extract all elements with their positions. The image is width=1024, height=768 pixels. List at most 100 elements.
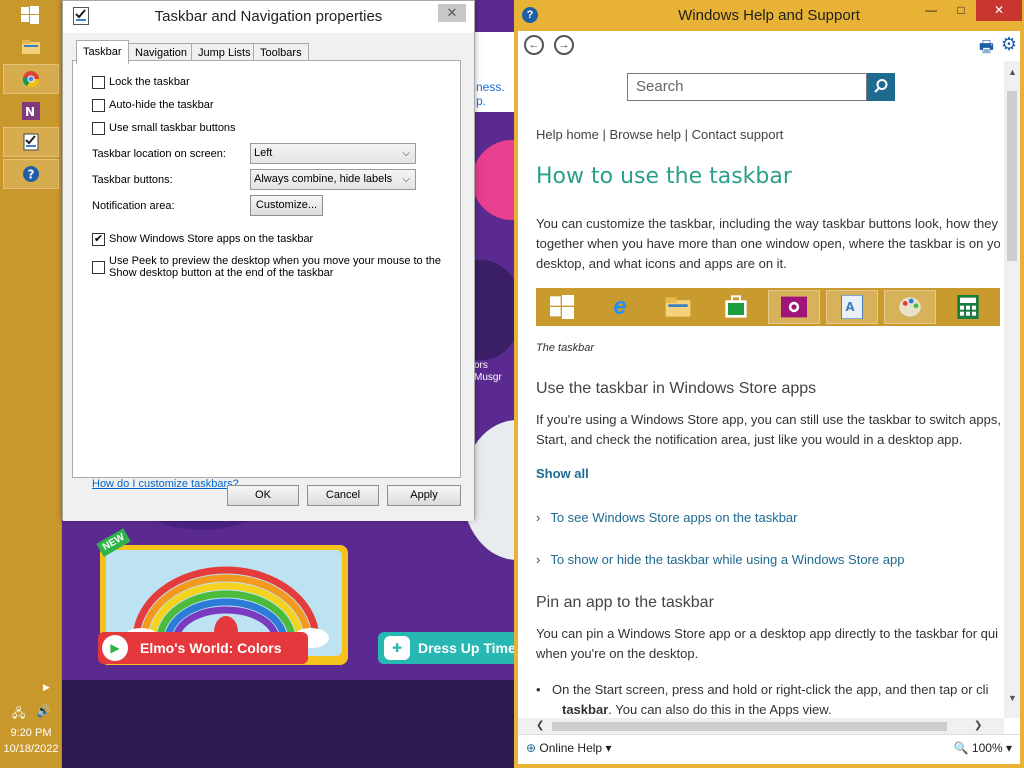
dialog-body: Taskbar Navigation Jump Lists Toolbars L… — [63, 33, 474, 521]
zoom-control[interactable]: 🔍 100% ▾ — [954, 741, 1012, 755]
help-window: ? Windows Help and Support — □ ✕ ← → 🖶 ⚙… — [514, 0, 1024, 768]
minimize-button[interactable]: — — [916, 0, 946, 21]
show-all-link[interactable]: Show all — [536, 466, 589, 481]
chevron-down-icon: ▾ — [1005, 741, 1012, 755]
folder-icon — [22, 40, 40, 54]
help-titlebar[interactable]: ? Windows Help and Support — □ ✕ — [514, 0, 1024, 31]
dialog-titlebar[interactable]: Taskbar and Navigation properties ✕ — [63, 1, 474, 33]
chrome-icon — [22, 71, 40, 88]
scroll-down-icon[interactable]: ▼ — [1008, 693, 1017, 703]
taskbar-properties-dialog: Taskbar and Navigation properties ✕ Task… — [62, 0, 475, 521]
search-button[interactable] — [867, 73, 895, 101]
small-buttons-label[interactable]: Use small taskbar buttons — [109, 122, 236, 134]
store-icon — [710, 290, 762, 324]
chevron-down-icon: ▾ — [605, 741, 612, 755]
store-apps-paragraph: If you're using a Windows Store app, you… — [536, 412, 1000, 447]
location-value: Left — [254, 147, 273, 159]
forward-icon[interactable]: → — [554, 35, 574, 55]
intro-paragraph: You can customize the taskbar, including… — [536, 216, 1000, 271]
file-explorer-button[interactable] — [3, 32, 59, 62]
search-input[interactable]: Search — [627, 73, 867, 101]
zoom-icon: 🔍 — [953, 741, 969, 755]
dialog-title: Taskbar and Navigation properties — [154, 8, 383, 25]
scroll-up-icon[interactable]: ▲ — [1008, 67, 1017, 77]
scroll-right-icon[interactable]: ❯ — [974, 720, 982, 731]
breadcrumb[interactable]: Help home | Browse help | Contact suppor… — [536, 127, 783, 142]
taskbar-illustration: e A — [536, 288, 1000, 326]
store-apps-label[interactable]: Show Windows Store apps on the taskbar — [109, 233, 313, 245]
close-button[interactable]: ✕ — [976, 0, 1022, 21]
back-icon[interactable]: ← — [524, 35, 544, 55]
checklist-icon — [23, 133, 39, 151]
customize-button[interactable]: Customize... — [250, 195, 323, 216]
page-title: How to use the taskbar — [536, 164, 792, 189]
windows-logo-icon — [536, 290, 588, 324]
clock-time[interactable]: 9:20 PM — [0, 727, 62, 739]
section-heading-store-apps: Use the taskbar in Windows Store apps — [536, 380, 817, 397]
chevron-down-icon: ⌵ — [402, 174, 410, 185]
small-buttons-checkbox[interactable] — [92, 122, 105, 135]
help-article: Search Help home | Browse help | Contact… — [518, 61, 1000, 718]
windows-logo-icon[interactable] — [21, 6, 39, 24]
scroll-left-icon[interactable]: ❮ — [536, 720, 544, 731]
internet-explorer-icon: e — [613, 293, 627, 320]
autohide-label[interactable]: Auto-hide the taskbar — [109, 99, 214, 111]
svg-text:N: N — [25, 105, 35, 119]
help-status-bar: ⊕ Online Help ▾ 🔍 100% ▾ — [518, 734, 1020, 764]
online-help-dropdown[interactable]: ⊕ Online Help ▾ — [526, 741, 611, 755]
ok-button[interactable]: OK — [227, 485, 299, 506]
peek-checkbox[interactable] — [92, 261, 105, 274]
expander-store-apps[interactable]: › To see Windows Store apps on the taskba… — [536, 510, 797, 525]
image-caption: The taskbar — [536, 342, 595, 354]
volume-icon[interactable]: 🔊 — [36, 704, 52, 720]
vertical-scroll-thumb[interactable] — [1007, 91, 1017, 261]
pin-bullet-item: • On the Start screen, press and hold or … — [536, 682, 989, 717]
paint-icon — [884, 290, 936, 324]
peek-label[interactable]: Use Peek to preview the desktop when you… — [109, 255, 454, 279]
taskbar-properties-button[interactable] — [3, 127, 59, 157]
svg-text:A: A — [845, 300, 855, 314]
onenote-button[interactable]: N — [3, 96, 59, 126]
customize-taskbars-help-link[interactable]: How do I customize taskbars? — [92, 478, 239, 490]
horizontal-scrollbar[interactable]: ❮ ❯ — [518, 718, 1004, 734]
network-icon[interactable]: 🖧 — [12, 704, 28, 720]
wordpad-icon: A — [826, 290, 878, 324]
camera-icon — [768, 290, 820, 324]
svg-text:?: ? — [28, 168, 35, 182]
show-hidden-icons-icon[interactable]: ▶ — [43, 682, 50, 693]
video-title-elmo[interactable]: Elmo's World: Colors — [98, 632, 308, 664]
play-icon[interactable]: ▶ — [102, 635, 128, 661]
help-support-button[interactable]: ? — [3, 159, 59, 189]
globe-icon: ⊕ — [526, 741, 537, 755]
taskbar-tab-panel: Lock the taskbar Auto-hide the taskbar U… — [72, 60, 461, 490]
clock-date[interactable]: 10/18/2022 — [0, 743, 62, 755]
close-button[interactable]: ✕ — [438, 4, 466, 22]
horizontal-scroll-thumb[interactable] — [552, 722, 947, 731]
lock-taskbar-checkbox[interactable] — [92, 76, 105, 89]
file-explorer-icon — [652, 290, 704, 324]
print-icon[interactable]: 🖶 — [979, 36, 994, 63]
autohide-checkbox[interactable] — [92, 99, 105, 112]
taskbar-buttons-select[interactable]: Always combine, hide labels ⌵ — [250, 169, 416, 190]
tab-taskbar[interactable]: Taskbar — [76, 40, 129, 64]
taskbar-buttons-value: Always combine, hide labels — [254, 173, 393, 185]
notification-area-label: Notification area: — [92, 200, 175, 212]
decor-blob — [472, 140, 514, 220]
page-link[interactable]: p. — [476, 94, 486, 108]
search-icon — [874, 79, 888, 93]
chevron-right-icon: › — [536, 510, 541, 525]
cancel-button[interactable]: Cancel — [307, 485, 379, 506]
chrome-button[interactable] — [3, 64, 59, 94]
apply-button[interactable]: Apply — [387, 485, 461, 506]
page-link[interactable]: ness. — [476, 80, 505, 94]
gamepad-icon[interactable]: ✚ — [384, 636, 410, 660]
gear-icon[interactable]: ⚙ — [1001, 34, 1017, 55]
location-select[interactable]: Left ⌵ — [250, 143, 416, 164]
store-apps-checkbox[interactable]: ✔ — [92, 233, 105, 246]
chevron-right-icon: › — [536, 552, 541, 567]
taskbar: N ? ▶ 🖧 🔊 9:20 PM 10/18/2022 — [0, 0, 62, 768]
maximize-button[interactable]: □ — [946, 0, 976, 21]
vertical-scrollbar[interactable]: ▲ ▼ — [1004, 61, 1020, 718]
lock-taskbar-label[interactable]: Lock the taskbar — [109, 76, 190, 88]
expander-show-hide-taskbar[interactable]: › To show or hide the taskbar while using… — [536, 552, 904, 567]
